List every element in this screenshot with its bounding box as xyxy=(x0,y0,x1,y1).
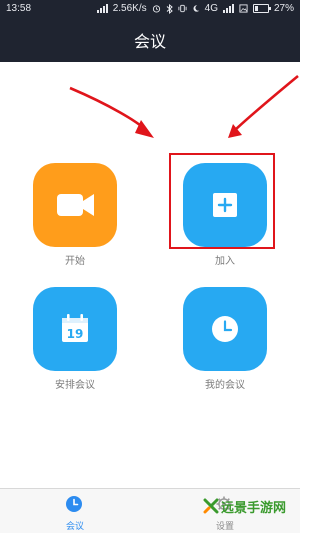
watermark-text: 远景手游网 xyxy=(221,500,287,516)
tab-meetings[interactable]: 会议 xyxy=(0,489,150,534)
watermark: 远景手游网 xyxy=(203,496,286,516)
annotation-arrow-right xyxy=(234,74,299,131)
watermark-logo-icon xyxy=(203,498,219,514)
clock-icon xyxy=(66,496,82,512)
tab-meetings-label: 会议 xyxy=(65,522,84,532)
annotation-arrow-left xyxy=(69,86,148,132)
tab-settings-label: 设置 xyxy=(215,522,234,532)
annotation-arrows xyxy=(69,74,299,138)
